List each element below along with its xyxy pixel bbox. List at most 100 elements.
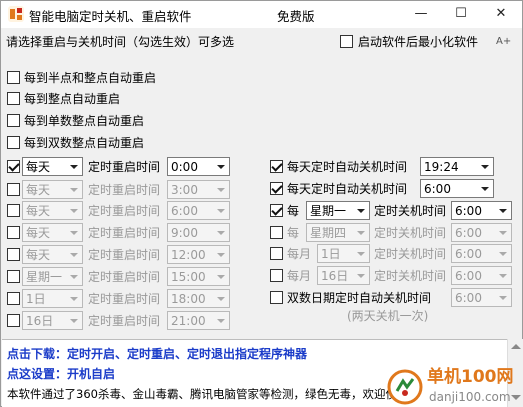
weekly-shutdown-1-time-select[interactable]: 6:00 (451, 223, 512, 242)
timed-restart-3-time-select[interactable]: 9:00 (167, 223, 230, 242)
chevron-down-icon[interactable] (66, 247, 81, 262)
chevron-down-icon[interactable] (66, 291, 81, 306)
autostart-link[interactable]: 开机自启 (67, 367, 115, 381)
chevron-down-icon[interactable] (477, 159, 492, 174)
chevron-down-icon[interactable] (66, 182, 81, 197)
start-minimized-label[interactable]: 启动软件后最小化软件 (358, 34, 478, 50)
timed-restart-3-day-select[interactable]: 每天 (22, 223, 83, 242)
odd-even-note: (两天关机一次) (347, 309, 429, 323)
monthly-shutdown-0-prefix: 每月 (287, 247, 312, 261)
chevron-down-icon[interactable] (66, 313, 81, 328)
chevron-down-icon[interactable] (477, 181, 492, 196)
restart-halfhour-label[interactable]: 每到半点和整点自动重启 (24, 70, 156, 86)
timed-restart-6-checkbox[interactable] (7, 292, 20, 305)
chevron-down-icon[interactable] (66, 225, 81, 240)
timed-restart-4-checkbox[interactable] (7, 248, 20, 261)
weekly-shutdown-0-day-select[interactable]: 星期一 (306, 201, 370, 220)
timed-restart-2-day-select[interactable]: 每天 (22, 201, 83, 220)
timed-restart-0-checkbox[interactable] (7, 160, 20, 173)
minimize-button[interactable]: — (401, 1, 441, 28)
restart-halfhour-checkbox[interactable] (7, 71, 20, 84)
timed-restart-1-checkbox[interactable] (7, 183, 20, 196)
timed-restart-5-checkbox[interactable] (7, 270, 20, 283)
timed-restart-7-day-select[interactable]: 16日 (22, 311, 83, 330)
chevron-down-icon[interactable] (213, 291, 228, 306)
download-link[interactable]: 定时开启、定时重启、定时退出指定程序神器 (67, 347, 307, 361)
restart-hourly-label[interactable]: 每到整点自动重启 (24, 91, 120, 107)
close-button[interactable]: ✕ (481, 1, 521, 28)
timed-restart-4-time-select[interactable]: 12:00 (167, 245, 230, 264)
restart-even-hour-label[interactable]: 每到双数整点自动重启 (24, 135, 144, 151)
chevron-down-icon[interactable] (66, 269, 81, 284)
weekly-shutdown-0-checkbox[interactable] (270, 204, 283, 217)
start-minimized-checkbox[interactable] (340, 35, 353, 48)
chevron-down-icon[interactable] (213, 159, 228, 174)
odd-even-shutdown-checkbox[interactable] (270, 291, 283, 304)
chevron-down-icon[interactable] (66, 203, 81, 218)
timed-restart-5-time-select-value: 15:00 (171, 270, 206, 284)
timed-restart-1-day-select[interactable]: 每天 (22, 180, 83, 199)
timed-restart-2-checkbox[interactable] (7, 204, 20, 217)
weekly-shutdown-1-checkbox[interactable] (270, 226, 283, 239)
monthly-shutdown-0-day-select[interactable]: 1日 (317, 244, 370, 263)
timed-restart-0-day-select[interactable]: 每天 (22, 157, 83, 176)
daily-shutdown-1-time-select[interactable]: 6:00 (420, 179, 494, 198)
timed-restart-3-checkbox[interactable] (7, 226, 20, 239)
timed-restart-7-checkbox[interactable] (7, 314, 20, 327)
monthly-shutdown-1-time-select[interactable]: 6:00 (451, 266, 512, 285)
weekly-shutdown-1-time-select-value: 6:00 (455, 226, 482, 240)
chevron-down-icon[interactable] (213, 313, 228, 328)
monthly-shutdown-0-time-select[interactable]: 6:00 (451, 244, 512, 263)
scroll-up-icon[interactable] (511, 344, 521, 349)
daily-shutdown-0-checkbox[interactable] (270, 160, 283, 173)
font-size-icon[interactable]: A+ (496, 34, 511, 50)
chevron-down-icon[interactable] (495, 203, 510, 218)
timed-restart-6-label: 定时重启时间 (88, 292, 161, 306)
chevron-down-icon[interactable] (213, 225, 228, 240)
chevron-down-icon[interactable] (353, 246, 368, 261)
timed-restart-6-day-select[interactable]: 1日 (22, 289, 83, 308)
timed-restart-7-day-select-value: 16日 (26, 314, 54, 328)
chevron-down-icon[interactable] (495, 290, 510, 305)
odd-even-shutdown-label[interactable]: 双数日期定时自动关机时间 (287, 290, 431, 306)
daily-shutdown-0-label[interactable]: 每天定时自动关机时间 (287, 159, 407, 175)
timed-restart-0-time-select[interactable]: 0:00 (167, 157, 230, 176)
maximize-button[interactable]: ☐ (441, 1, 481, 28)
chevron-down-icon[interactable] (495, 246, 510, 261)
timed-restart-1-day-select-value: 每天 (26, 183, 51, 197)
daily-shutdown-1-checkbox[interactable] (270, 182, 283, 195)
weekly-shutdown-0-time-select[interactable]: 6:00 (451, 201, 512, 220)
restart-odd-hour-checkbox[interactable] (7, 114, 20, 127)
monthly-shutdown-1-day-select[interactable]: 16日 (317, 266, 370, 285)
chevron-down-icon[interactable] (213, 203, 228, 218)
chevron-down-icon[interactable] (213, 269, 228, 284)
restart-odd-hour-label[interactable]: 每到单数整点自动重启 (24, 113, 144, 129)
timed-restart-5-time-select[interactable]: 15:00 (167, 267, 230, 286)
monthly-shutdown-0-checkbox[interactable] (270, 247, 283, 260)
chevron-down-icon[interactable] (353, 225, 368, 240)
chevron-down-icon[interactable] (213, 182, 228, 197)
timed-restart-7-time-select[interactable]: 21:00 (167, 311, 230, 330)
weekly-shutdown-1-day-select[interactable]: 星期四 (306, 223, 370, 242)
restart-even-hour-checkbox[interactable] (7, 136, 20, 149)
monthly-shutdown-1-checkbox[interactable] (270, 269, 283, 282)
chevron-down-icon[interactable] (495, 268, 510, 283)
daily-shutdown-1-label[interactable]: 每天定时自动关机时间 (287, 181, 407, 197)
watermark-logo-icon (387, 369, 423, 405)
chevron-down-icon[interactable] (66, 159, 81, 174)
timed-restart-2-time-select[interactable]: 6:00 (167, 201, 230, 220)
chevron-down-icon[interactable] (353, 203, 368, 218)
chevron-down-icon[interactable] (495, 225, 510, 240)
timed-restart-5-day-select[interactable]: 星期一 (22, 267, 83, 286)
daily-shutdown-0-time-select[interactable]: 19:24 (420, 157, 494, 176)
odd-even-shutdown-time-select[interactable]: 6:00 (451, 288, 512, 307)
timed-restart-3-label: 定时重启时间 (88, 226, 161, 240)
restart-hourly-checkbox[interactable] (7, 92, 20, 105)
timed-restart-1-time-select[interactable]: 3:00 (167, 180, 230, 199)
chevron-down-icon[interactable] (353, 268, 368, 283)
weekly-shutdown-1-prefix: 每 (287, 226, 300, 240)
chevron-down-icon[interactable] (213, 247, 228, 262)
timed-restart-6-time-select[interactable]: 18:00 (167, 289, 230, 308)
timed-restart-4-day-select[interactable]: 每天 (22, 245, 83, 264)
watermark-name: 单机100网 (427, 367, 514, 387)
